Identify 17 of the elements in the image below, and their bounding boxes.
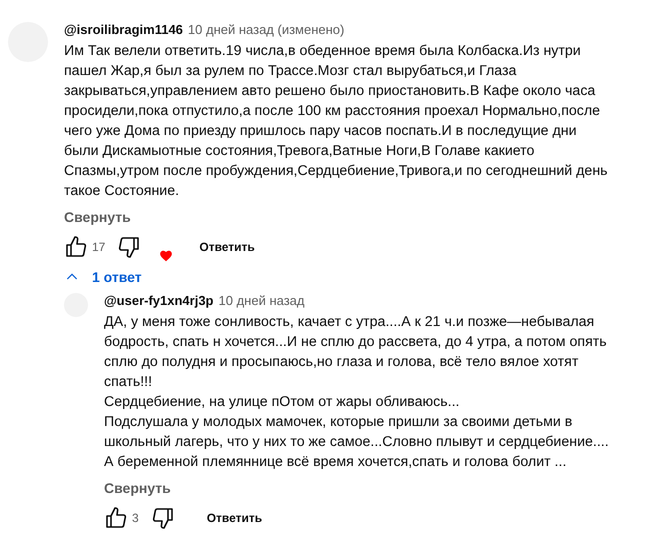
- author-name[interactable]: @isroilibragim1146: [64, 22, 183, 37]
- comment-time: 10 дней назад (изменено): [188, 22, 344, 37]
- comment-time: 10 дней назад: [218, 293, 304, 308]
- collapse-link[interactable]: Свернуть: [104, 480, 171, 496]
- like-icon[interactable]: [64, 235, 88, 259]
- replies-toggle[interactable]: 1 ответ: [64, 269, 142, 285]
- comment-text: Им Так велели ответить.19 числа,в обеденное время была Колбаска.Из нутри пашел Жар,я был за рулем по Трассе.Мозг стал вырубаться,и Глаза закрываться,управлением авто решено было приостановить.В Кафе около часа просидели,пока отпустило,а после 100 км расстояния проехал Нормально,после чего уже Дома по приезду пришлось пару часов поспать.И в последущие дни были Дискамыотные состояния,Тревога,Ватные Ноги,В Голаве какието Спазмы,утром после пробуждения,Сердцебиение,Тривога,и по сегоднешний день такое Состояние.: [64, 42, 608, 201]
- like-icon[interactable]: [104, 506, 128, 530]
- comment-text: ДА, у меня тоже сонливость, качает с утра....А к 21 ч.и позже—небывалая бодрость, спать н хочется...И не сплю до рассвета, до 4 утра, а потом опять сплю до полудня и просыпаюсь,но глаза и голова, всё тело вялое хотят спать!!! Сердцебиение, на улице пОтом от жары обливаюсь... Подслушала у молодых мамочек, которые пришли за своими детьми в школьный лагерь, что у них то же самое...Словно плывут и сердцебиение.... А беременной племяннице всё время хочется,спать и голова болит ...: [104, 313, 609, 472]
- dislike-icon[interactable]: [117, 235, 142, 259]
- like-count: 17: [92, 240, 106, 254]
- reply-button[interactable]: Ответить: [198, 511, 262, 525]
- reply-button[interactable]: Ответить: [191, 240, 255, 254]
- collapse-link[interactable]: Свернуть: [64, 209, 131, 225]
- dislike-icon[interactable]: [150, 506, 175, 530]
- author-name[interactable]: @user-fy1xn4rj3p: [104, 293, 214, 308]
- like-count: 3: [132, 511, 139, 525]
